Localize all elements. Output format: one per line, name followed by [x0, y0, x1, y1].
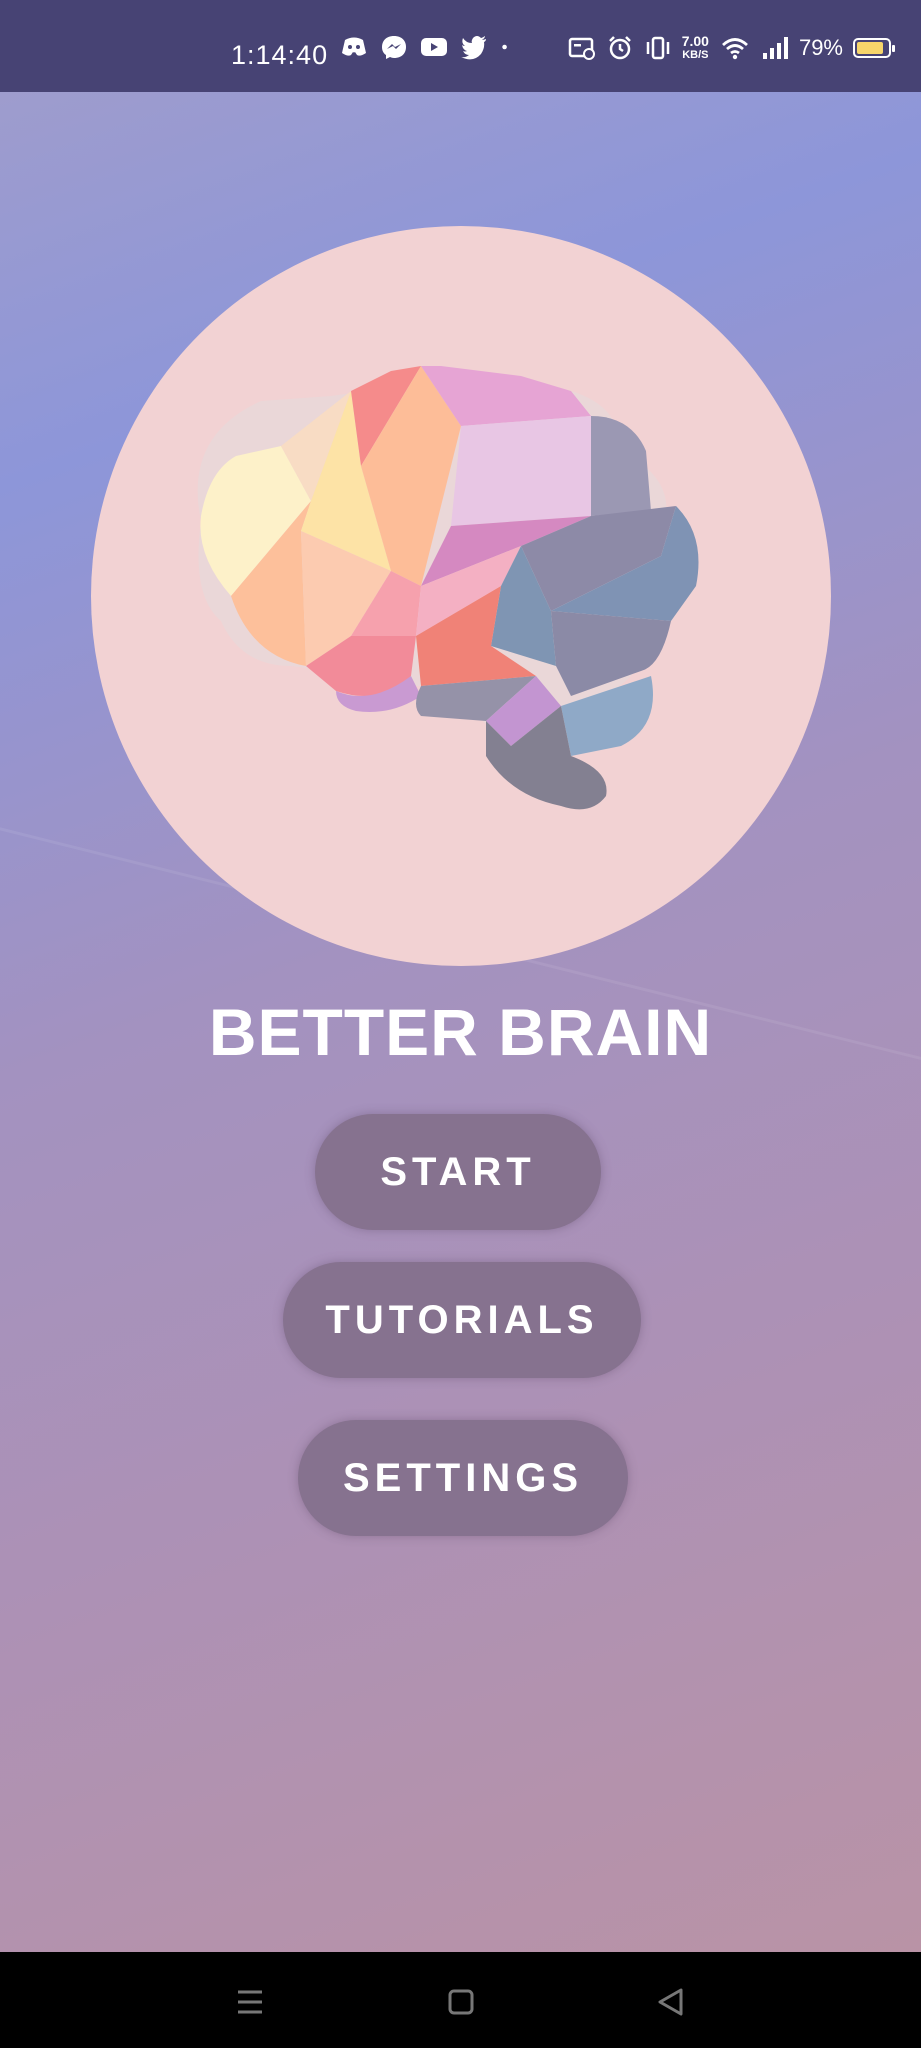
start-button[interactable]: START [315, 1114, 601, 1230]
system-icons: 7.00 KB/S 79% [568, 34, 895, 62]
brain-icon [197, 366, 699, 810]
tutorials-button[interactable]: TUTORIALS [283, 1262, 641, 1378]
back-icon[interactable] [651, 1982, 691, 2022]
net-speed-unit: KB/S [682, 49, 709, 61]
app-title: BETTER BRAIN [208, 995, 713, 1069]
menu-icon[interactable] [230, 1982, 270, 2022]
net-speed-value: 7.00 [681, 33, 709, 49]
wifi-icon [722, 38, 748, 60]
discord-icon [342, 37, 366, 56]
start-button-label: START [380, 1150, 536, 1194]
battery-icon [853, 38, 895, 58]
navigation-bar [0, 1952, 921, 2048]
battery-percent: 79% [798, 35, 843, 60]
signal-icon [762, 37, 788, 59]
status-bar: 1:14:40 7.00 KB/S 79% [0, 0, 921, 92]
settings-button[interactable]: SETTINGS [298, 1420, 628, 1536]
vibrate-icon [646, 36, 669, 60]
net-speed: 7.00 KB/S [682, 34, 709, 62]
messenger-icon [382, 36, 406, 59]
tutorials-button-label: TUTORIALS [325, 1298, 599, 1342]
home-icon[interactable] [441, 1982, 481, 2022]
brain-logo [91, 226, 831, 966]
status-time: 1:14:40 [231, 40, 329, 70]
app-screen: BETTER BRAIN START TUTORIALS SETTINGS [0, 92, 921, 1952]
notification-icons [340, 34, 516, 60]
nfc-icon [568, 37, 595, 60]
settings-button-label: SETTINGS [342, 1456, 584, 1500]
dot-icon [502, 44, 507, 50]
youtube-icon [421, 38, 447, 56]
alarm-icon [608, 36, 631, 60]
twitter-icon [461, 36, 486, 60]
